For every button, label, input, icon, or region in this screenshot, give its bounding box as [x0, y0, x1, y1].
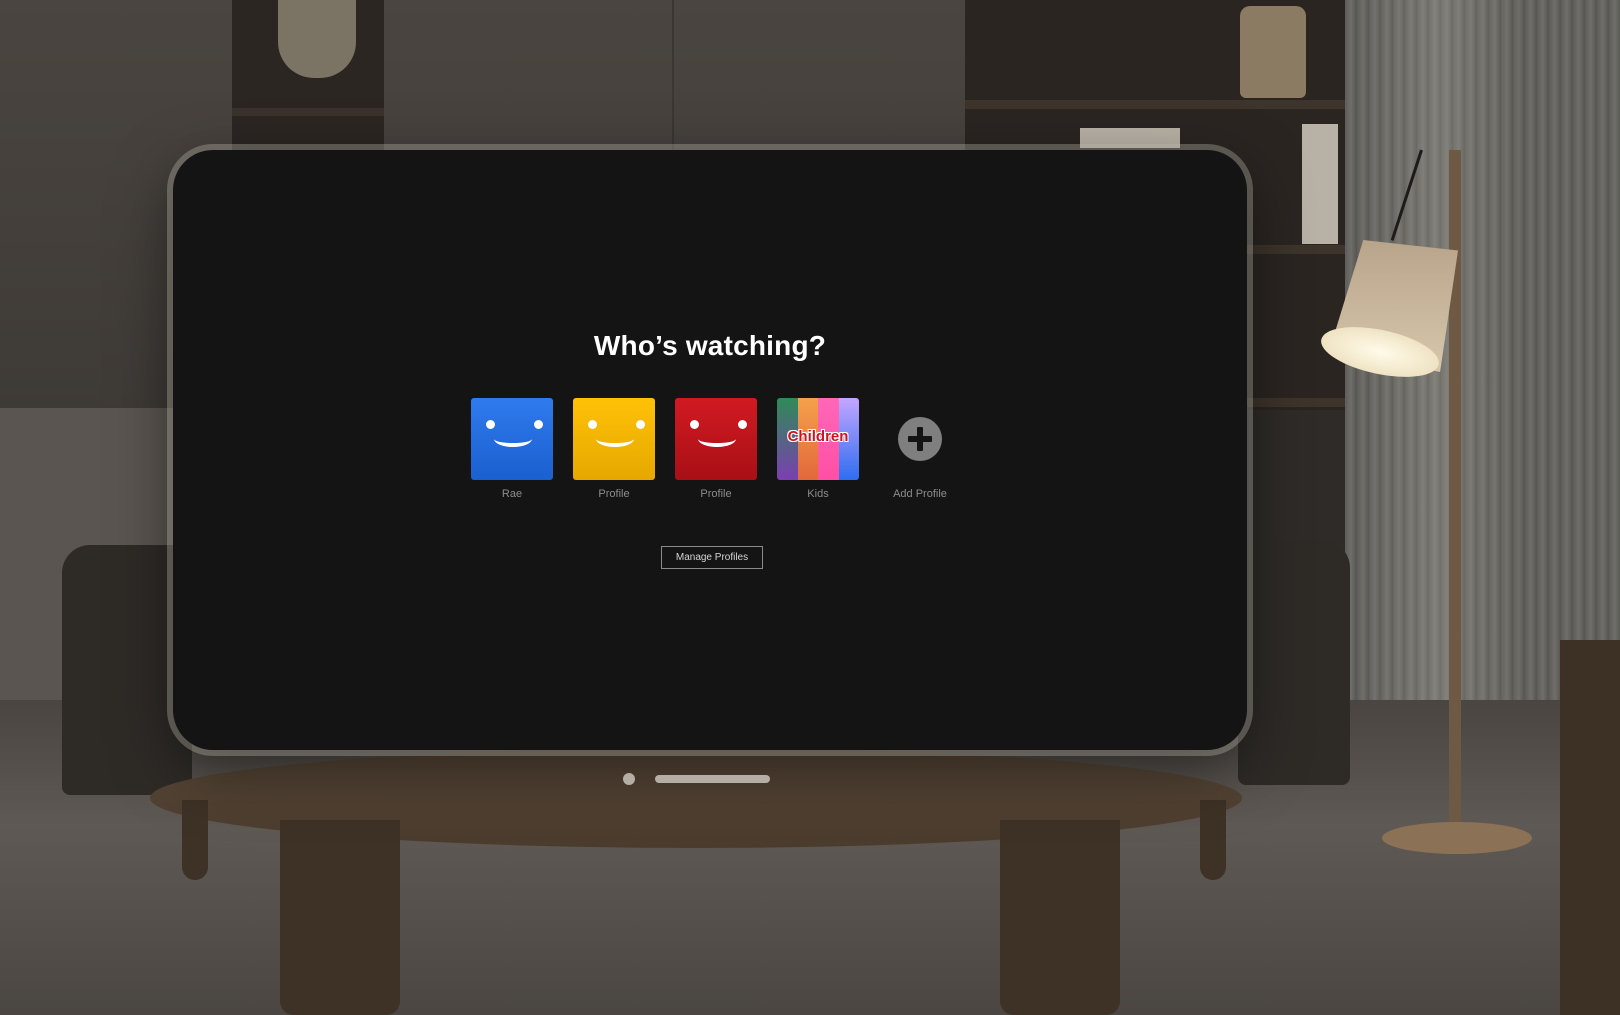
table-leg [280, 820, 400, 1015]
children-avatar-icon[interactable]: Children [777, 398, 859, 480]
table-leg [1200, 800, 1226, 880]
jug-decor [1240, 6, 1306, 98]
children-badge: Children [787, 428, 849, 445]
manage-profiles-button[interactable]: Manage Profiles [661, 546, 763, 569]
profile-kids[interactable]: Children Kids [777, 398, 859, 500]
wall-seam [672, 0, 674, 150]
smiley-avatar-icon[interactable] [573, 398, 655, 480]
app-window: Who’s watching? Rae Profile Profile Chil… [173, 150, 1247, 750]
chair-decor [1560, 640, 1620, 1015]
table-leg [1000, 820, 1120, 1015]
profile-name: Profile [700, 488, 732, 500]
sofa-right [1238, 540, 1350, 785]
profile-rae[interactable]: Rae [471, 398, 553, 500]
table-leg [182, 800, 208, 880]
floor-lamp-base [1382, 822, 1532, 854]
profile-list: Rae Profile Profile Children Kids Add Pr… [471, 398, 961, 500]
vase-decor [278, 0, 356, 78]
window-grab-bar-icon[interactable] [655, 775, 770, 783]
profile-name: Kids [807, 488, 829, 500]
add-profile-button[interactable]: Add Profile [879, 398, 961, 500]
profile-yellow[interactable]: Profile [573, 398, 655, 500]
window-dot-icon[interactable] [623, 773, 635, 785]
book-decor [1080, 128, 1180, 148]
plus-circle-icon[interactable] [898, 417, 942, 461]
book-decor [1302, 124, 1338, 244]
page-title: Who’s watching? [593, 330, 827, 361]
smiley-avatar-icon[interactable] [471, 398, 553, 480]
smiley-avatar-icon[interactable] [675, 398, 757, 480]
profile-name: Rae [501, 488, 523, 500]
profile-red[interactable]: Profile [675, 398, 757, 500]
profile-name: Profile [598, 488, 630, 500]
add-profile-label: Add Profile [893, 488, 947, 500]
